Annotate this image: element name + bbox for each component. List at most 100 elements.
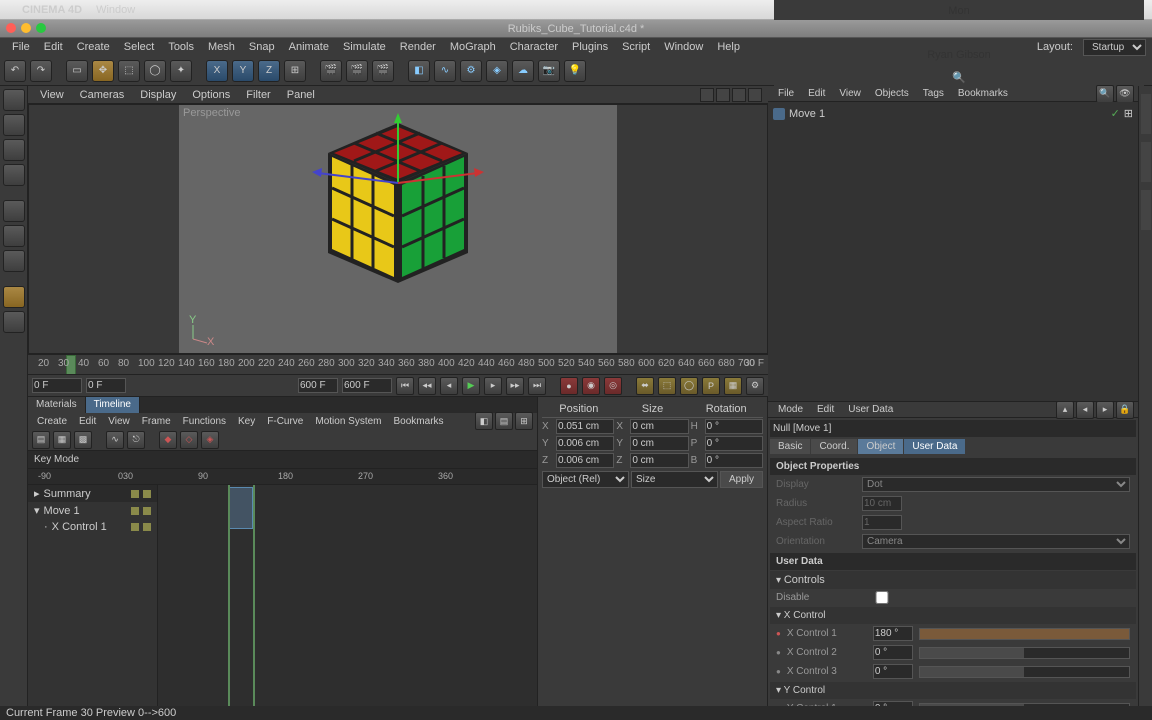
minimize-icon[interactable]	[21, 23, 31, 33]
vp-nav-3[interactable]	[732, 88, 746, 102]
tab-materials[interactable]: Materials	[28, 397, 86, 413]
goto-start-button[interactable]: ⏮	[396, 377, 414, 395]
tl-menu-create[interactable]: Create	[32, 415, 72, 428]
coord-mode-select[interactable]: Object (Rel)	[542, 471, 629, 488]
menu-mograph[interactable]: MoGraph	[444, 39, 502, 55]
app-name[interactable]: CINEMA 4D	[22, 4, 82, 16]
generator-tool[interactable]: ⚙	[460, 60, 482, 82]
menu-tools[interactable]: Tools	[162, 39, 200, 55]
om-menu-objects[interactable]: Objects	[869, 87, 915, 100]
viewport[interactable]: Perspective	[28, 104, 768, 354]
vp-menu-options[interactable]: Options	[186, 87, 236, 103]
mac-menu-window[interactable]: Window	[96, 4, 135, 16]
menu-edit[interactable]: Edit	[38, 39, 69, 55]
tl-opt-3[interactable]: ⊞	[515, 412, 533, 430]
tl-opt-1[interactable]: ◧	[475, 412, 493, 430]
menu-file[interactable]: File	[6, 39, 36, 55]
size-Z-field[interactable]	[630, 453, 688, 468]
tab-timeline[interactable]: Timeline	[86, 397, 140, 413]
om-menu-view[interactable]: View	[833, 87, 867, 100]
rot-Z-field[interactable]	[705, 453, 763, 468]
tl-tool-2[interactable]: ▦	[53, 431, 71, 449]
record-button[interactable]: ●	[560, 377, 578, 395]
tl-tool-1[interactable]: ▤	[32, 431, 50, 449]
light-tool[interactable]: 💡	[564, 60, 586, 82]
key-rot[interactable]: ◯	[680, 377, 698, 395]
select-tool[interactable]: ▭	[66, 60, 88, 82]
control-value-field[interactable]	[873, 645, 913, 660]
key-param[interactable]: P	[702, 377, 720, 395]
y-axis-toggle[interactable]: Y	[232, 60, 254, 82]
keyselection-button[interactable]: ◎	[604, 377, 622, 395]
control-slider[interactable]	[919, 628, 1130, 640]
tl-opt-2[interactable]: ▤	[495, 412, 513, 430]
viewport-solo[interactable]	[3, 311, 25, 333]
workplane-mode[interactable]	[3, 164, 25, 186]
spline-primitive[interactable]: ∿	[434, 60, 456, 82]
camera-tool[interactable]: 📷	[538, 60, 560, 82]
tab-structure-icon[interactable]	[1141, 142, 1151, 182]
menu-help[interactable]: Help	[711, 39, 746, 55]
vp-menu-cameras[interactable]: Cameras	[74, 87, 131, 103]
om-view-icon[interactable]: 👁	[1116, 85, 1134, 103]
render-view[interactable]: 🎬	[320, 60, 342, 82]
tl-key-block[interactable]	[228, 487, 253, 529]
autokey-button[interactable]: ◉	[582, 377, 600, 395]
rubiks-cube-object[interactable]	[308, 113, 488, 313]
key-options[interactable]: ⚙	[746, 377, 764, 395]
tl-menu-motion[interactable]: Motion System	[310, 415, 386, 428]
control-value-field[interactable]	[873, 626, 913, 641]
tl-playhead-start[interactable]	[228, 485, 230, 706]
tl-menu-view[interactable]: View	[103, 415, 135, 428]
om-menu-file[interactable]: File	[772, 87, 800, 100]
menu-script[interactable]: Script	[616, 39, 656, 55]
polygons-mode[interactable]	[3, 250, 25, 272]
attr-menu-edit[interactable]: Edit	[811, 403, 840, 416]
om-item-move1[interactable]: Move 1 ✓ ⊞	[772, 106, 1134, 121]
attr-tab-coord[interactable]: Coord.	[811, 439, 857, 454]
tl-track-area[interactable]	[158, 485, 537, 706]
render-region[interactable]: 🎬	[346, 60, 368, 82]
rot-X-field[interactable]	[705, 419, 763, 434]
group-header[interactable]: ▾ X Control	[770, 607, 1136, 624]
vp-nav-1[interactable]	[700, 88, 714, 102]
tl-menu-frame[interactable]: Frame	[137, 415, 176, 428]
tl-tool-5[interactable]: ⎋	[127, 431, 145, 449]
radius-field[interactable]	[862, 496, 902, 511]
attr-controls-header[interactable]: ▾ Controls	[770, 571, 1136, 589]
menu-simulate[interactable]: Simulate	[337, 39, 392, 55]
object-manager[interactable]: Move 1 ✓ ⊞	[768, 102, 1138, 402]
aspect-field[interactable]	[862, 515, 902, 530]
orient-select[interactable]: Camera	[862, 534, 1130, 549]
make-editable[interactable]	[3, 89, 25, 111]
pos-X-field[interactable]	[556, 419, 614, 434]
key-scale[interactable]: ⬚	[658, 377, 676, 395]
range-start-field[interactable]	[86, 378, 126, 393]
vp-menu-view[interactable]: View	[34, 87, 70, 103]
control-slider[interactable]	[919, 703, 1130, 707]
layout-select[interactable]: Startup	[1083, 39, 1146, 56]
coord-size-select[interactable]: Size	[631, 471, 718, 488]
spotlight-icon[interactable]: 🔍	[952, 71, 966, 84]
menu-snap[interactable]: Snap	[243, 39, 281, 55]
tl-tool-3[interactable]: ▩	[74, 431, 92, 449]
attr-lock-icon[interactable]: 🔒	[1116, 401, 1134, 419]
attr-menu-mode[interactable]: Mode	[772, 403, 809, 416]
tl-summary[interactable]: Summary	[44, 488, 91, 500]
x-axis-toggle[interactable]: X	[206, 60, 228, 82]
deformer-tool[interactable]: ◈	[486, 60, 508, 82]
size-X-field[interactable]	[630, 419, 688, 434]
texture-mode[interactable]	[3, 139, 25, 161]
tl-menu-key[interactable]: Key	[233, 415, 260, 428]
last-tool[interactable]: ✦	[170, 60, 192, 82]
tab-objects-icon[interactable]	[1141, 94, 1151, 134]
tl-tool-6[interactable]: ◆	[159, 431, 177, 449]
edges-mode[interactable]	[3, 225, 25, 247]
userdata-tag-icon[interactable]: ⊞	[1124, 107, 1133, 120]
size-Y-field[interactable]	[630, 436, 688, 451]
key-pos[interactable]: ⬌	[636, 377, 654, 395]
time-ruler[interactable]: 2030406080100120140160180200220240260280…	[28, 354, 768, 374]
environment-tool[interactable]: ☁	[512, 60, 534, 82]
tl-tool-7[interactable]: ◇	[180, 431, 198, 449]
undo-button[interactable]: ↶	[4, 60, 26, 82]
